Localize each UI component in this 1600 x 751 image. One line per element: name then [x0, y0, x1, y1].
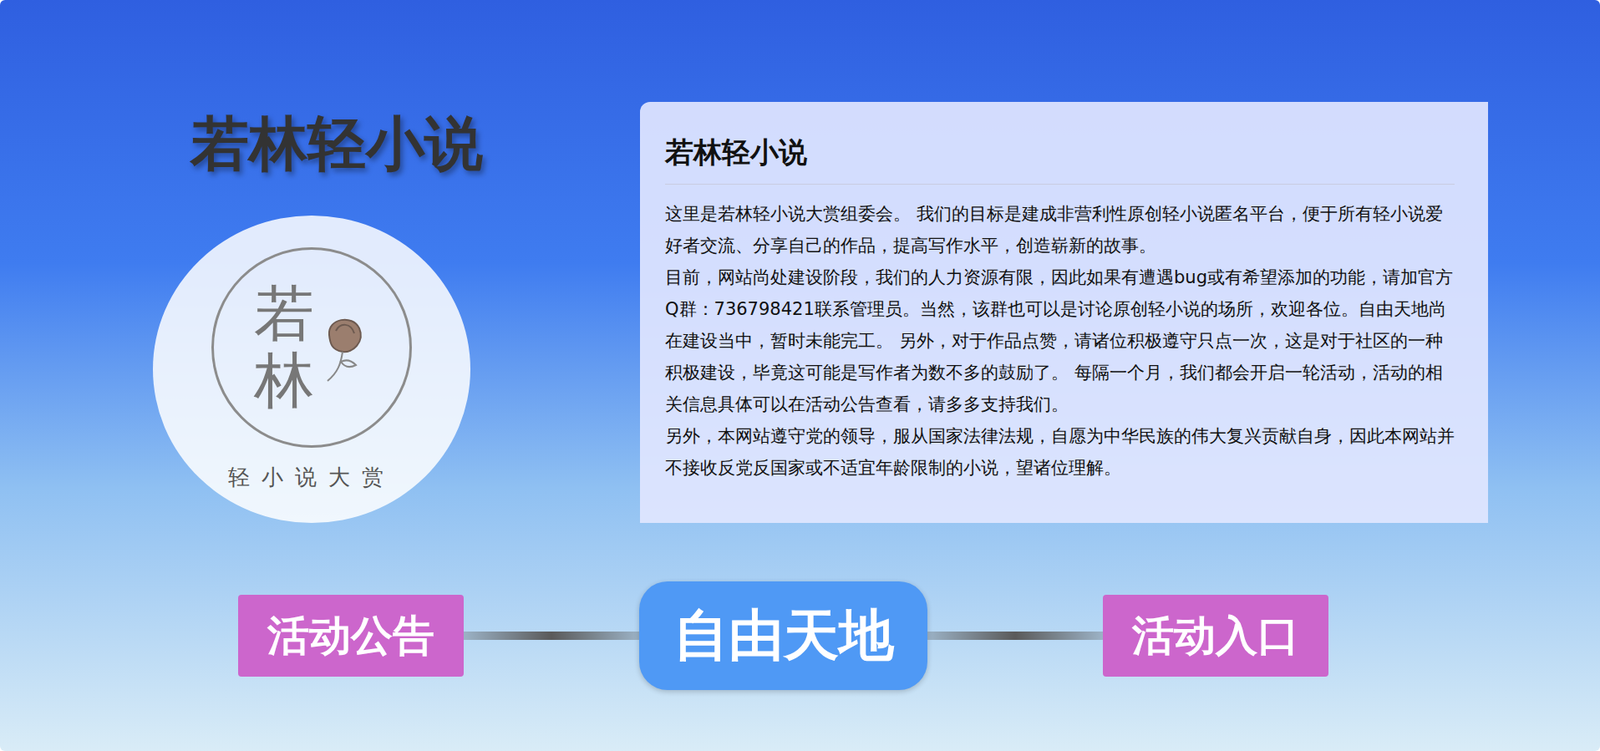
home-page: 若林轻小说 若林 轻小说大赏 若林轻小说 这里是若林轻小说大赏组委会。 我们的目…	[0, 0, 1600, 751]
notice-title: 若林轻小说	[665, 125, 1455, 185]
logo-subtitle: 轻小说大赏	[228, 462, 396, 493]
rose-icon	[319, 309, 370, 386]
top-section: 若林轻小说 若林 轻小说大赏 若林轻小说 这里是若林轻小说大赏组委会。 我们的目…	[0, 0, 1600, 524]
logo: 若林 轻小说大赏	[152, 215, 471, 524]
nav-button[interactable]: 自由天地	[639, 581, 928, 691]
notice-panel[interactable]: 若林轻小说 这里是若林轻小说大赏组委会。 我们的目标是建成非营利性原创轻小说匿名…	[640, 101, 1489, 524]
notice-body: 这里是若林轻小说大赏组委会。 我们的目标是建成非营利性原创轻小说匿名平台，便于所…	[665, 184, 1455, 484]
logo-ring: 若林	[211, 247, 412, 448]
brand-column: 若林轻小说 若林 轻小说大赏	[0, 101, 640, 524]
connector-line	[463, 631, 640, 640]
nav-button[interactable]: 活动公告	[238, 594, 464, 677]
nav-button[interactable]: 活动入口	[1102, 594, 1329, 677]
notice-paragraph: 这里是若林轻小说大赏组委会。 我们的目标是建成非营利性原创轻小说匿名平台，便于所…	[665, 198, 1455, 262]
logo-title: 若林	[253, 280, 315, 413]
notice-paragraph: 另外，本网站遵守党的领导，服从国家法律法规，自愿为中华民族的伟大复兴贡献自身，因…	[665, 420, 1455, 484]
nav-row: 活动公告 自由天地 活动入口	[0, 581, 1600, 691]
connector-line	[927, 631, 1103, 640]
site-title: 若林轻小说	[190, 108, 483, 179]
notice-paragraph: 目前，网站尚处建设阶段，我们的人力资源有限，因此如果有遭遇bug或有希望添加的功…	[665, 261, 1455, 421]
